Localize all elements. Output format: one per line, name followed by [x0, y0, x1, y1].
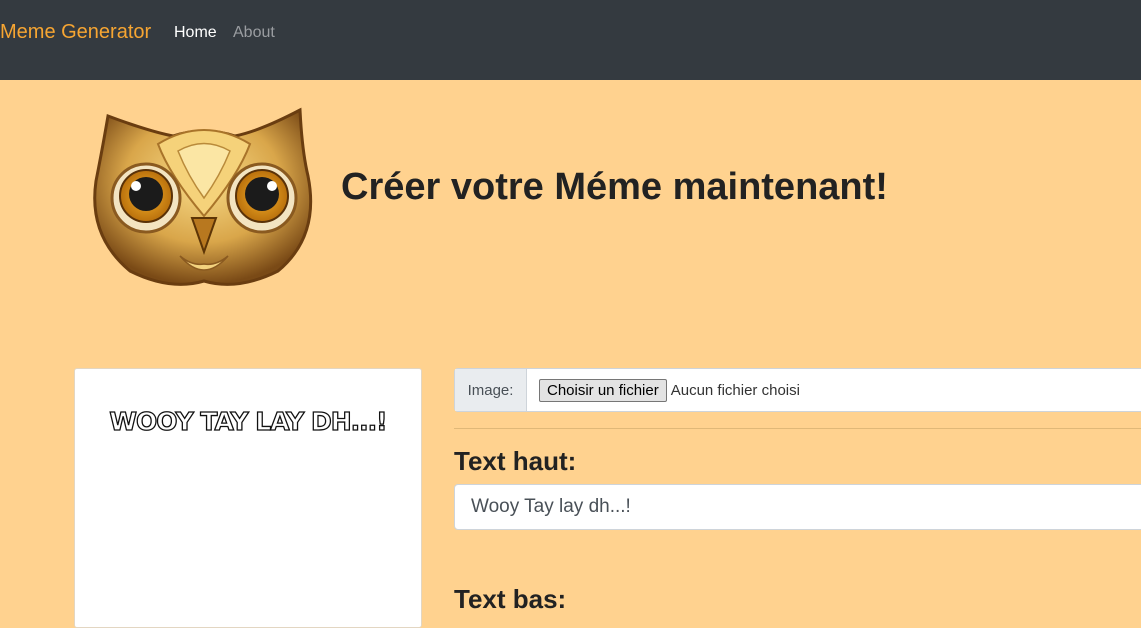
file-status: Aucun fichier choisi	[670, 381, 800, 399]
brand-link[interactable]: Meme Generator	[0, 21, 151, 44]
nav-about-link[interactable]: About	[233, 24, 275, 42]
image-label: Image:	[455, 369, 527, 411]
bottom-text-label: Text bas:	[454, 584, 567, 614]
file-input: Choisir un fichier Aucun fichier choisi	[527, 369, 800, 411]
meme-top-text: Wooy Tay lay dh...!	[109, 406, 388, 436]
choose-file-button[interactable]: Choisir un fichier	[539, 378, 667, 402]
image-upload-group: Image: Choisir un fichier Aucun fichier …	[454, 368, 1141, 412]
navbar: Meme Generator Home About	[0, 0, 1141, 80]
owl-icon	[93, 107, 313, 286]
page-title: Créer votre Méme maintenant!	[341, 166, 888, 208]
top-text-input[interactable]	[454, 484, 1141, 530]
divider	[454, 428, 1141, 429]
nav-home-link[interactable]: Home	[174, 24, 217, 42]
top-text-label: Text haut:	[454, 446, 577, 476]
meme-preview: Wooy Tay lay dh...!	[74, 368, 422, 628]
